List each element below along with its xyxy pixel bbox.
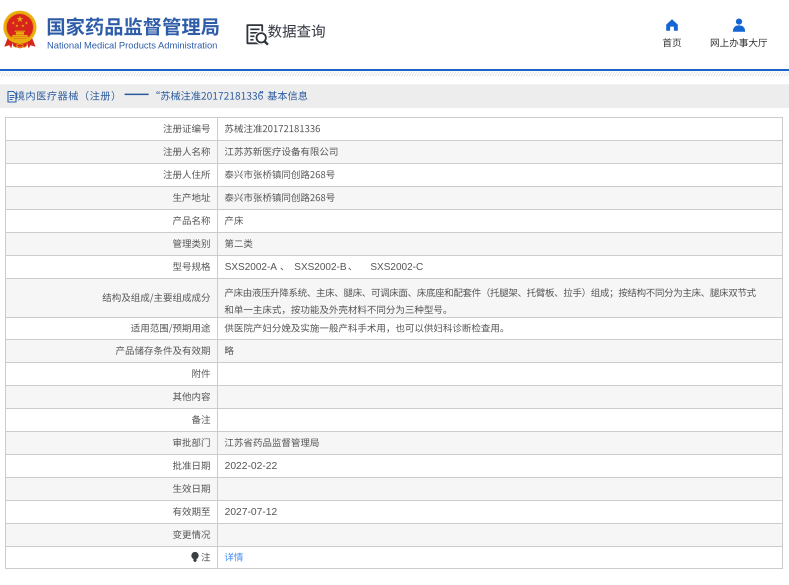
svg-text:SXS2002-B: SXS2002-B xyxy=(294,262,347,273)
svg-text:SXS2002-A: SXS2002-A xyxy=(225,262,278,273)
svg-text:National Medical Products Admi: National Medical Products Administration xyxy=(47,39,217,50)
svg-text:SXS2002-C: SXS2002-C xyxy=(370,262,423,273)
svg-text:2027-07-12: 2027-07-12 xyxy=(225,507,278,518)
svg-text:2022-02-22: 2022-02-22 xyxy=(225,461,278,472)
